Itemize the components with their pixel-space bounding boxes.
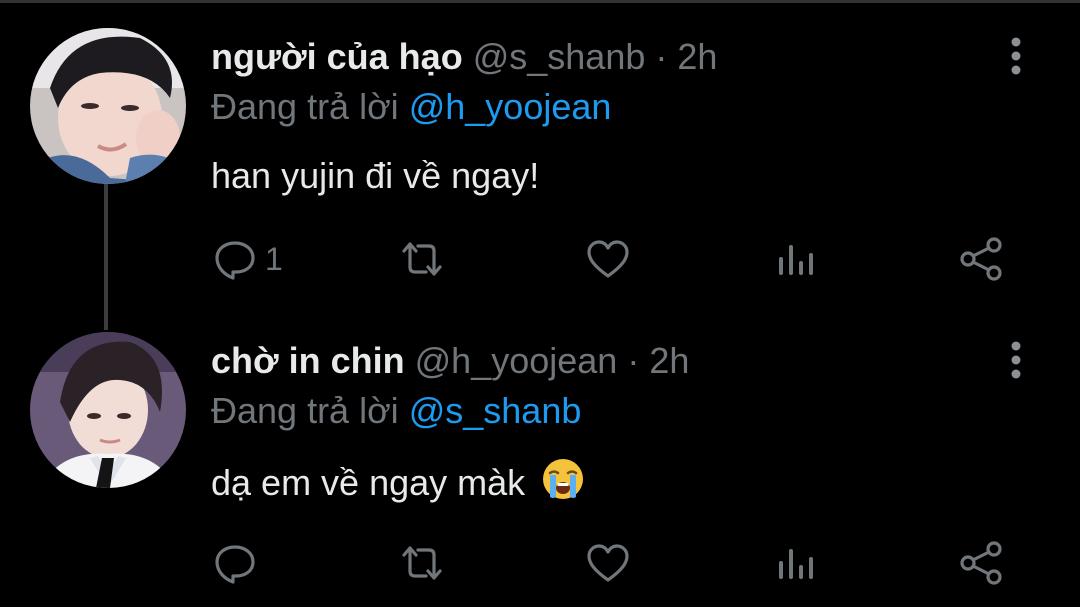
- avatar[interactable]: [30, 332, 186, 488]
- avatar[interactable]: [30, 28, 186, 184]
- timestamp[interactable]: 2h: [677, 36, 717, 77]
- like-button[interactable]: [584, 536, 632, 590]
- tweet-header: người của hạo @s_shanb · 2h: [211, 34, 717, 80]
- retweet-button[interactable]: [398, 232, 446, 286]
- heart-icon: [587, 240, 629, 278]
- analytics-icon: [779, 245, 813, 275]
- tweet-header: chờ in chin @h_yoojean · 2h: [211, 338, 689, 384]
- more-vertical-icon[interactable]: [1000, 36, 1032, 76]
- share-icon: [960, 237, 1002, 281]
- tweet-text: han yujin đi về ngay!: [211, 155, 540, 196]
- separator: ·: [627, 340, 640, 381]
- reply-icon: [215, 241, 255, 280]
- user-handle[interactable]: @h_yoojean: [415, 340, 618, 381]
- share-button[interactable]: [958, 232, 1006, 286]
- tweet-text: dạ em về ngay màk: [211, 457, 585, 506]
- replying-to-mention[interactable]: @s_shanb: [409, 390, 582, 431]
- reply-icon: [215, 545, 255, 584]
- analytics-icon: [779, 549, 813, 579]
- reply-button[interactable]: [211, 536, 265, 590]
- retweet-button[interactable]: [398, 536, 446, 590]
- views-button[interactable]: [772, 536, 820, 590]
- reply-count: 1: [265, 240, 283, 277]
- display-name[interactable]: người của hạo: [211, 36, 463, 77]
- like-button[interactable]: [584, 232, 632, 286]
- action-bar: [0, 536, 1080, 590]
- action-bar: 1: [0, 232, 1080, 286]
- replying-to: Đang trả lời @h_yoojean: [211, 84, 611, 130]
- timestamp[interactable]: 2h: [649, 340, 689, 381]
- tweet-text-body: dạ em về ngay màk: [211, 462, 526, 503]
- display-name[interactable]: chờ in chin: [211, 340, 405, 381]
- top-divider: [0, 0, 1080, 3]
- replying-to-label: Đang trả lời: [211, 86, 399, 127]
- retweet-icon: [402, 242, 442, 276]
- replying-to: Đang trả lời @s_shanb: [211, 388, 581, 434]
- reply-button[interactable]: 1: [211, 232, 283, 286]
- separator: ·: [655, 36, 668, 77]
- share-icon: [960, 541, 1002, 585]
- replying-to-mention[interactable]: @h_yoojean: [409, 86, 612, 127]
- more-vertical-icon[interactable]: [1000, 340, 1032, 380]
- share-button[interactable]: [958, 536, 1006, 590]
- user-handle[interactable]: @s_shanb: [473, 36, 646, 77]
- replying-to-label: Đang trả lời: [211, 390, 399, 431]
- views-button[interactable]: [772, 232, 820, 286]
- heart-icon: [587, 544, 629, 582]
- retweet-icon: [402, 546, 442, 580]
- loudly-crying-face-icon: [543, 459, 584, 499]
